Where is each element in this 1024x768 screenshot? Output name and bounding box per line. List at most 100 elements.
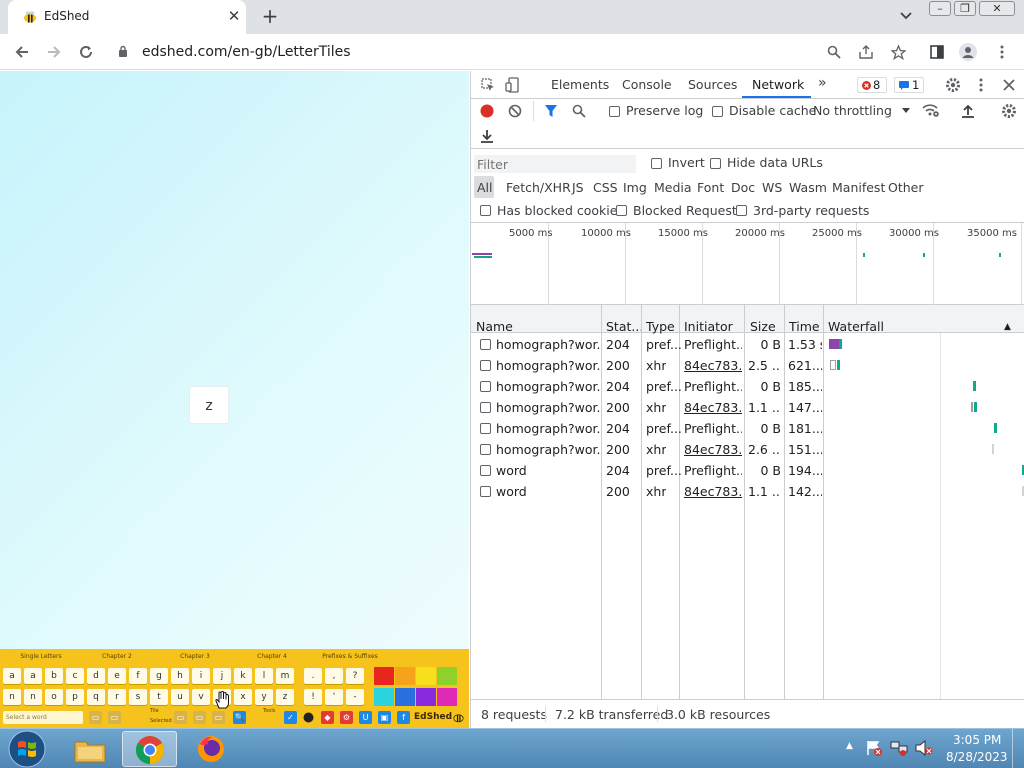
request-row[interactable]: homograph?wor... 200 xhr 84ec783.... 2.5… (471, 355, 1024, 376)
request-row[interactable]: homograph?wor... 204 pref... Preflight..… (471, 334, 1024, 355)
key-h[interactable]: h (171, 668, 189, 684)
tile-shape-icon[interactable]: ▭ (108, 711, 121, 724)
settings-tool-icon[interactable]: ⚙ (340, 711, 353, 724)
blocked-requests-checkbox[interactable] (616, 205, 627, 216)
text-u-tool-icon[interactable]: U (359, 711, 372, 724)
key-y[interactable]: y (255, 689, 273, 705)
sort-ascending-icon[interactable]: ▲ (1004, 322, 1011, 332)
key-m[interactable]: m (276, 668, 294, 684)
key-x[interactable]: x (234, 689, 252, 705)
clock-time[interactable]: 3:05 PM (953, 733, 1001, 747)
pen-dot-tool-icon[interactable] (302, 711, 315, 724)
request-initiator-link[interactable]: 84ec783.... (684, 481, 742, 502)
profile-avatar-icon[interactable] (958, 42, 978, 62)
third-party-checkbox[interactable] (736, 205, 747, 216)
taskbar-chrome[interactable] (122, 731, 177, 767)
request-checkbox[interactable] (480, 444, 491, 455)
browser-tab-edshed[interactable]: EdShed ✕ (8, 0, 246, 34)
key-c[interactable]: c (66, 668, 84, 684)
share-icon[interactable] (856, 42, 876, 62)
filter-type-all[interactable]: All (477, 180, 493, 195)
more-tabs-icon[interactable]: » (818, 75, 827, 91)
chapter-tab-prefixes-suffixes[interactable]: Prefixes & Suffixes (312, 651, 388, 663)
color-swatch-purple[interactable] (416, 688, 436, 706)
import-har-icon[interactable] (961, 104, 975, 118)
messages-badge[interactable]: 1 (894, 77, 924, 93)
request-row[interactable]: homograph?wor... 204 pref... Preflight..… (471, 418, 1024, 439)
devtools-menu-kebab-icon[interactable] (979, 78, 983, 92)
request-row[interactable]: homograph?wor... 200 xhr 84ec783.... 2.6… (471, 439, 1024, 460)
request-name[interactable]: homograph?wor... (496, 376, 600, 397)
volume-muted-icon[interactable] (915, 740, 933, 756)
key-i[interactable]: i (192, 668, 210, 684)
key-e[interactable]: e (108, 668, 126, 684)
filter-type-fetch-xhr[interactable]: Fetch/XHR (506, 180, 571, 195)
clear-icon[interactable] (508, 104, 522, 118)
invert-checkbox[interactable] (651, 158, 662, 169)
devtools-settings-gear-icon[interactable] (945, 77, 961, 93)
zoom-search-icon[interactable] (824, 42, 844, 62)
filter-type-wasm[interactable]: Wasm (789, 180, 827, 195)
key-z[interactable]: z (276, 689, 294, 705)
color-swatch-pink[interactable] (437, 688, 457, 706)
filter-type-doc[interactable]: Doc (731, 180, 755, 195)
back-arrow-icon[interactable] (10, 40, 34, 64)
caps-key-row1[interactable]: a (3, 668, 21, 684)
filter-type-css[interactable]: CSS (593, 180, 618, 195)
network-conditions-icon[interactable] (922, 103, 940, 118)
tile-size-icon[interactable]: ▭ (89, 711, 102, 724)
chapter-tab-4[interactable]: Chapter 4 (237, 651, 307, 663)
request-name[interactable]: homograph?wor... (496, 397, 600, 418)
search-icon[interactable] (572, 104, 586, 118)
restore-button[interactable]: ❐ (954, 1, 976, 16)
key-a[interactable]: a (24, 668, 42, 684)
key-j[interactable]: j (213, 668, 231, 684)
throttling-select[interactable]: No throttling (812, 102, 912, 120)
key-p[interactable]: p (66, 689, 84, 705)
devtools-tab-network[interactable]: Network (752, 77, 804, 92)
color-swatch-orange[interactable] (395, 667, 415, 685)
color-swatch-yellow[interactable] (416, 667, 436, 685)
color-swatch-cyan[interactable] (374, 688, 394, 706)
request-row[interactable]: word 204 pref... Preflight... 0 B 194... (471, 460, 1024, 481)
address-bar-url[interactable]: edshed.com/en-gb/LetterTiles (142, 44, 351, 60)
key-s[interactable]: s (129, 689, 147, 705)
column-time[interactable]: Time (789, 319, 820, 334)
devtools-tab-elements[interactable]: Elements (551, 77, 609, 92)
request-checkbox[interactable] (480, 465, 491, 476)
reload-icon[interactable] (74, 40, 98, 64)
filter-type-manifest[interactable]: Manifest (832, 180, 885, 195)
key-g[interactable]: g (150, 668, 168, 684)
filter-type-other[interactable]: Other (888, 180, 924, 195)
request-name[interactable]: homograph?wor... (496, 355, 600, 376)
key-q[interactable]: q (87, 689, 105, 705)
forward-arrow-icon[interactable] (42, 40, 66, 64)
selected-copy-icon[interactable]: ▭ (174, 711, 187, 724)
facebook-tool-icon[interactable]: f (397, 711, 410, 724)
preserve-log-checkbox[interactable] (609, 106, 620, 117)
key-u[interactable]: u (171, 689, 189, 705)
request-row[interactable]: homograph?wor... 204 pref... Preflight..… (471, 376, 1024, 397)
letter-tile[interactable]: z (189, 386, 229, 424)
color-swatch-blue[interactable] (395, 688, 415, 706)
key-o[interactable]: o (45, 689, 63, 705)
key-r[interactable]: r (108, 689, 126, 705)
letter-tiles-canvas[interactable]: z Single Letters Chapter 2 Chapter 3 Cha… (0, 71, 469, 728)
bookmark-star-icon[interactable] (888, 42, 908, 62)
column-name[interactable]: Name (476, 319, 513, 334)
side-panel-icon[interactable] (927, 42, 947, 62)
request-name[interactable]: word (496, 460, 600, 481)
key-period[interactable]: . (304, 668, 322, 684)
inspect-element-icon[interactable] (481, 78, 495, 92)
selected-group-icon[interactable]: ▭ (193, 711, 206, 724)
caps-key-row2[interactable]: n (3, 689, 21, 705)
taskbar-firefox[interactable] (184, 731, 239, 767)
filter-type-font[interactable]: Font (697, 180, 724, 195)
key-v[interactable]: v (192, 689, 210, 705)
key-k[interactable]: k (234, 668, 252, 684)
request-checkbox[interactable] (480, 402, 491, 413)
filter-type-js[interactable]: JS (572, 180, 584, 195)
request-name[interactable]: homograph?wor... (496, 334, 600, 355)
disable-cache-checkbox[interactable] (712, 106, 723, 117)
request-name[interactable]: word (496, 481, 600, 502)
